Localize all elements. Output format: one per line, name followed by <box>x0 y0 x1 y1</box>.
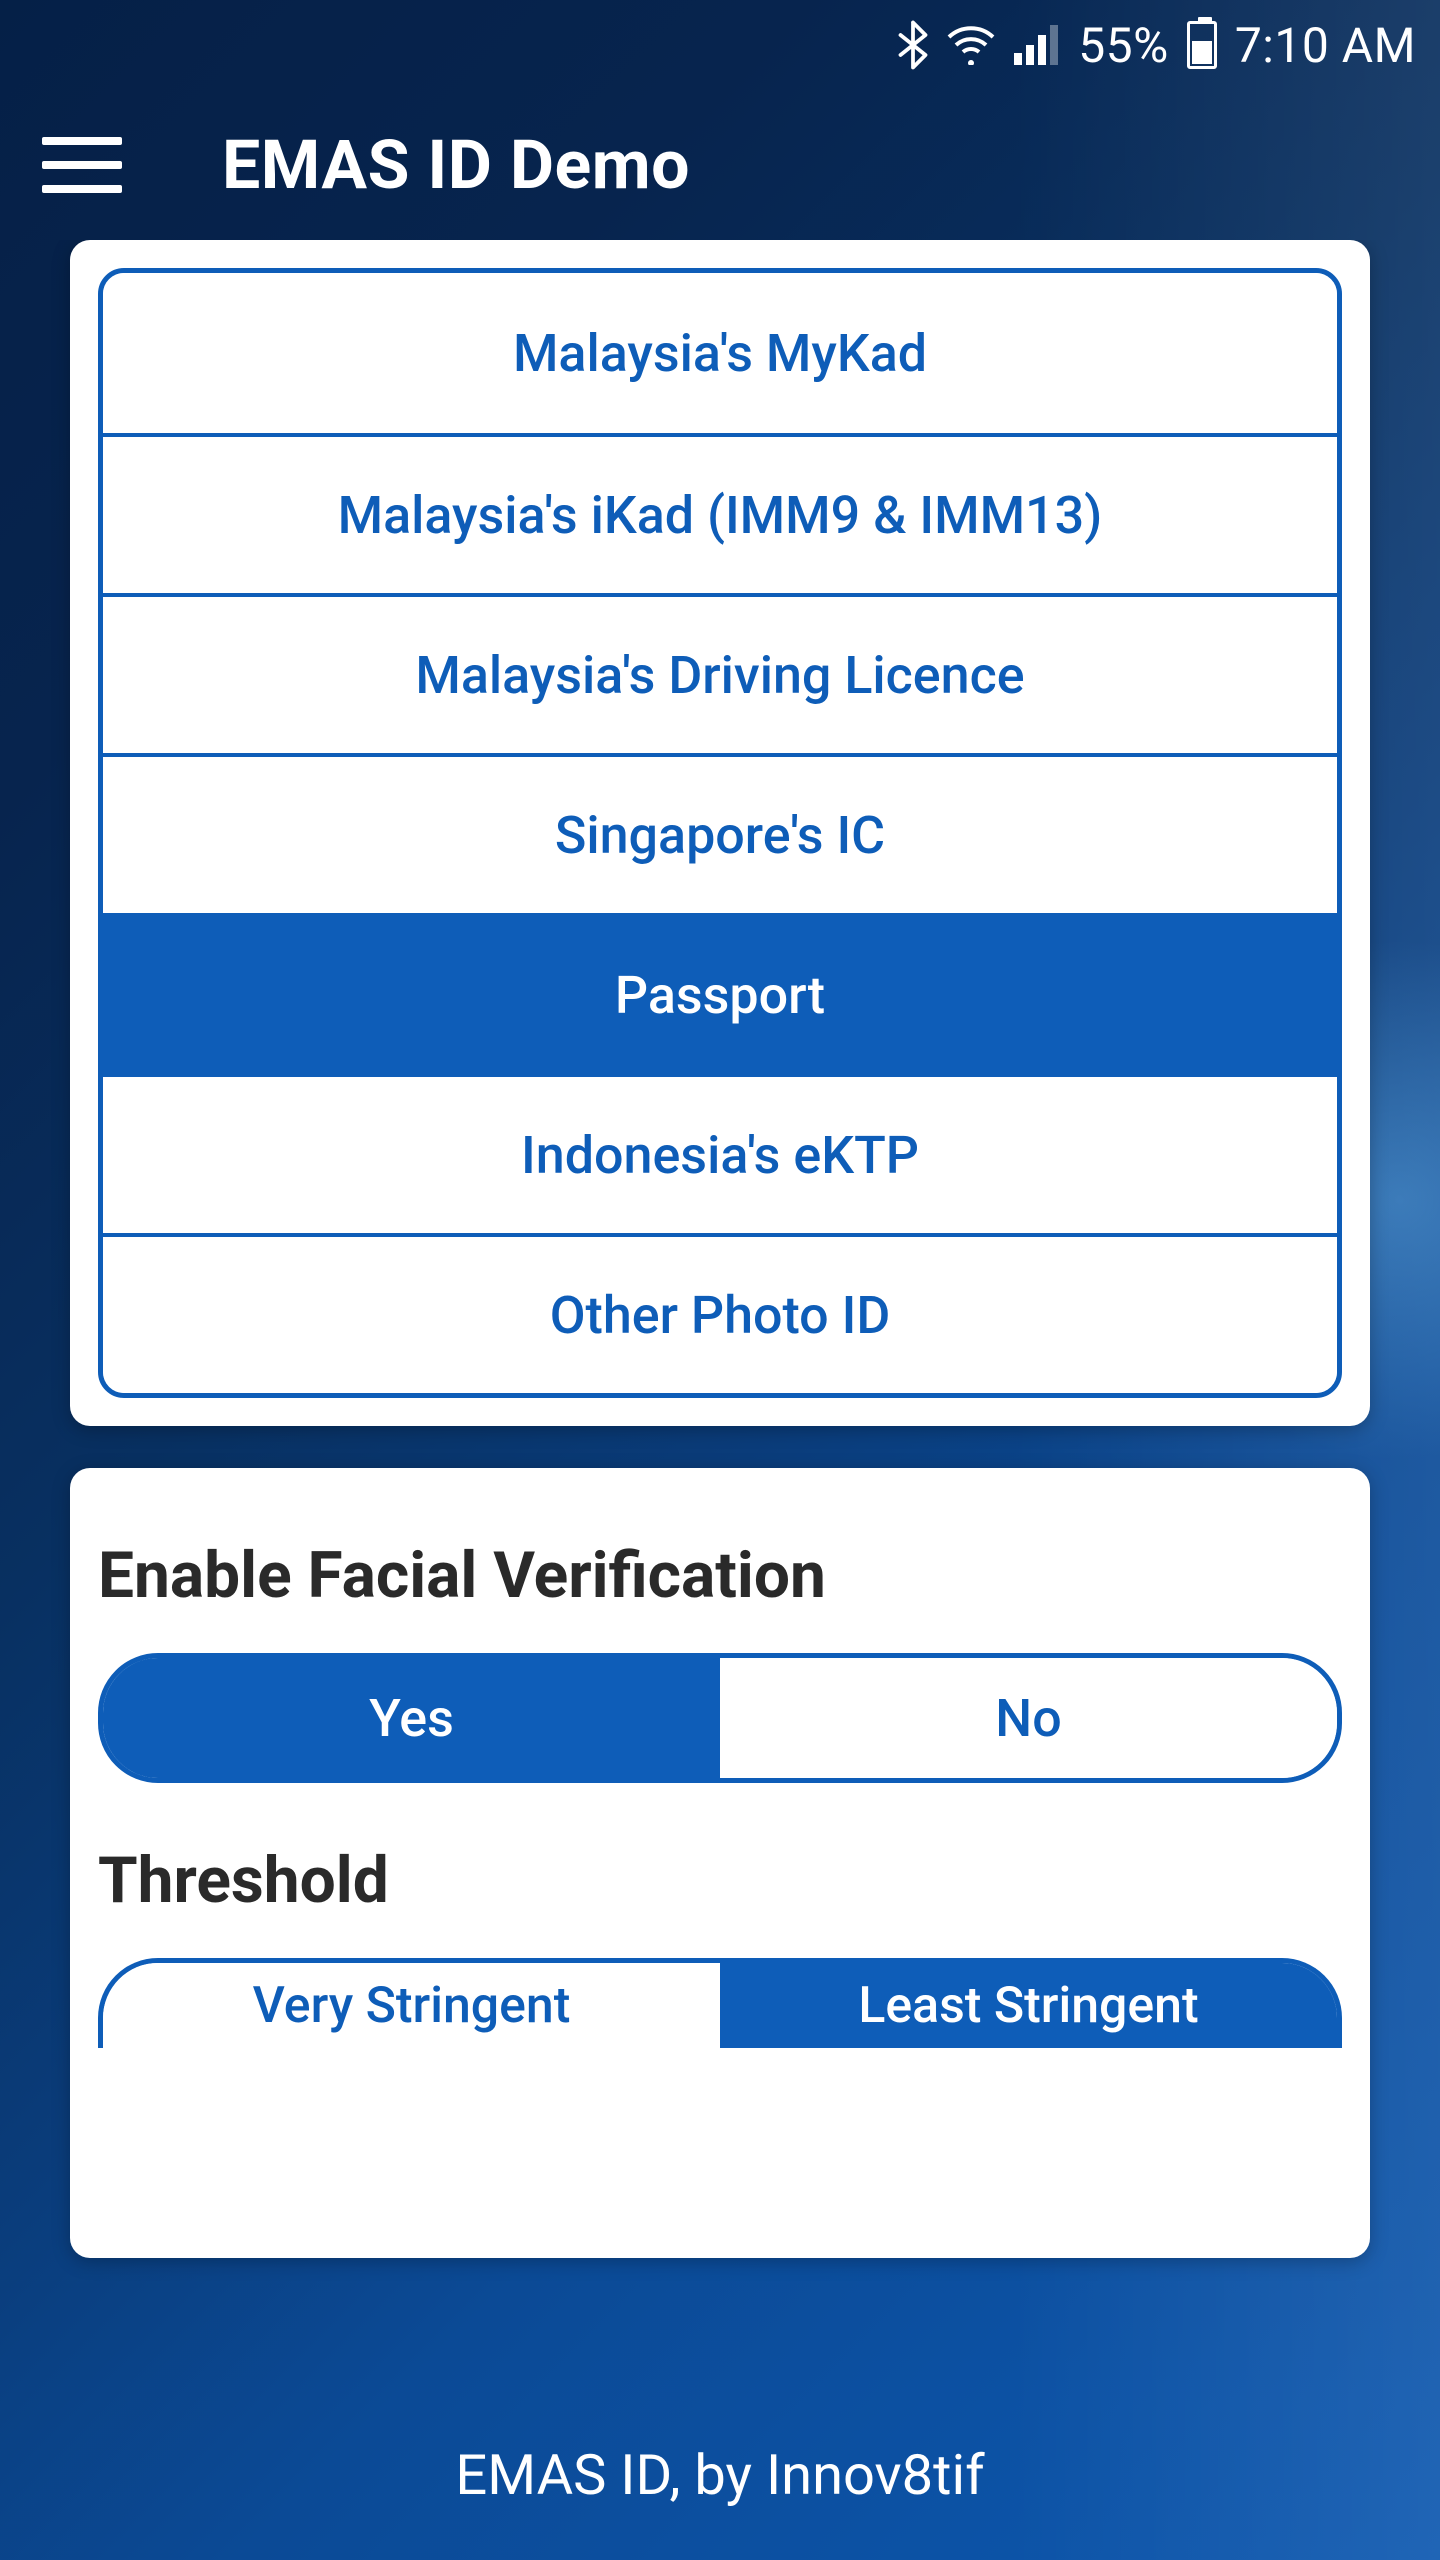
doc-type-option[interactable]: Other Photo ID <box>103 1233 1337 1393</box>
doc-type-list: Malaysia's MyKadMalaysia's iKad (IMM9 & … <box>98 268 1342 1398</box>
doc-type-card: Malaysia's MyKadMalaysia's iKad (IMM9 & … <box>70 240 1370 1426</box>
battery-icon <box>1187 21 1217 69</box>
content-area: Malaysia's MyKadMalaysia's iKad (IMM9 & … <box>0 240 1440 2390</box>
threshold-very-option[interactable]: Very Stringent <box>103 1963 720 2048</box>
app-bar: EMAS ID Demo <box>0 90 1440 240</box>
facial-card: Enable Facial Verification Yes No Thresh… <box>70 1468 1370 2258</box>
bluetooth-icon <box>898 20 928 70</box>
facial-title: Enable Facial Verification <box>98 1538 1342 1613</box>
doc-type-option[interactable]: Indonesia's eKTP <box>103 1073 1337 1233</box>
menu-icon[interactable] <box>42 137 122 193</box>
page-title: EMAS ID Demo <box>222 125 690 205</box>
facial-toggle: Yes No <box>98 1653 1342 1783</box>
threshold-least-option[interactable]: Least Stringent <box>720 1963 1337 2048</box>
doc-type-option[interactable]: Passport <box>103 913 1337 1073</box>
cell-signal-icon <box>1014 25 1060 65</box>
doc-type-option[interactable]: Malaysia's Driving Licence <box>103 593 1337 753</box>
threshold-title: Threshold <box>98 1843 1342 1918</box>
doc-type-option[interactable]: Malaysia's iKad (IMM9 & IMM13) <box>103 433 1337 593</box>
doc-type-option[interactable]: Singapore's IC <box>103 753 1337 913</box>
doc-type-option[interactable]: Malaysia's MyKad <box>103 273 1337 433</box>
threshold-toggle: Very Stringent Least Stringent <box>98 1958 1342 2048</box>
wifi-icon <box>946 25 996 65</box>
facial-no-option[interactable]: No <box>720 1658 1337 1778</box>
clock: 7:10 AM <box>1235 17 1416 74</box>
status-bar: 55% 7:10 AM <box>0 0 1440 90</box>
battery-percent: 55% <box>1078 17 1169 74</box>
facial-yes-option[interactable]: Yes <box>103 1658 720 1778</box>
footer-text: EMAS ID, by Innov8tif <box>0 2390 1440 2560</box>
